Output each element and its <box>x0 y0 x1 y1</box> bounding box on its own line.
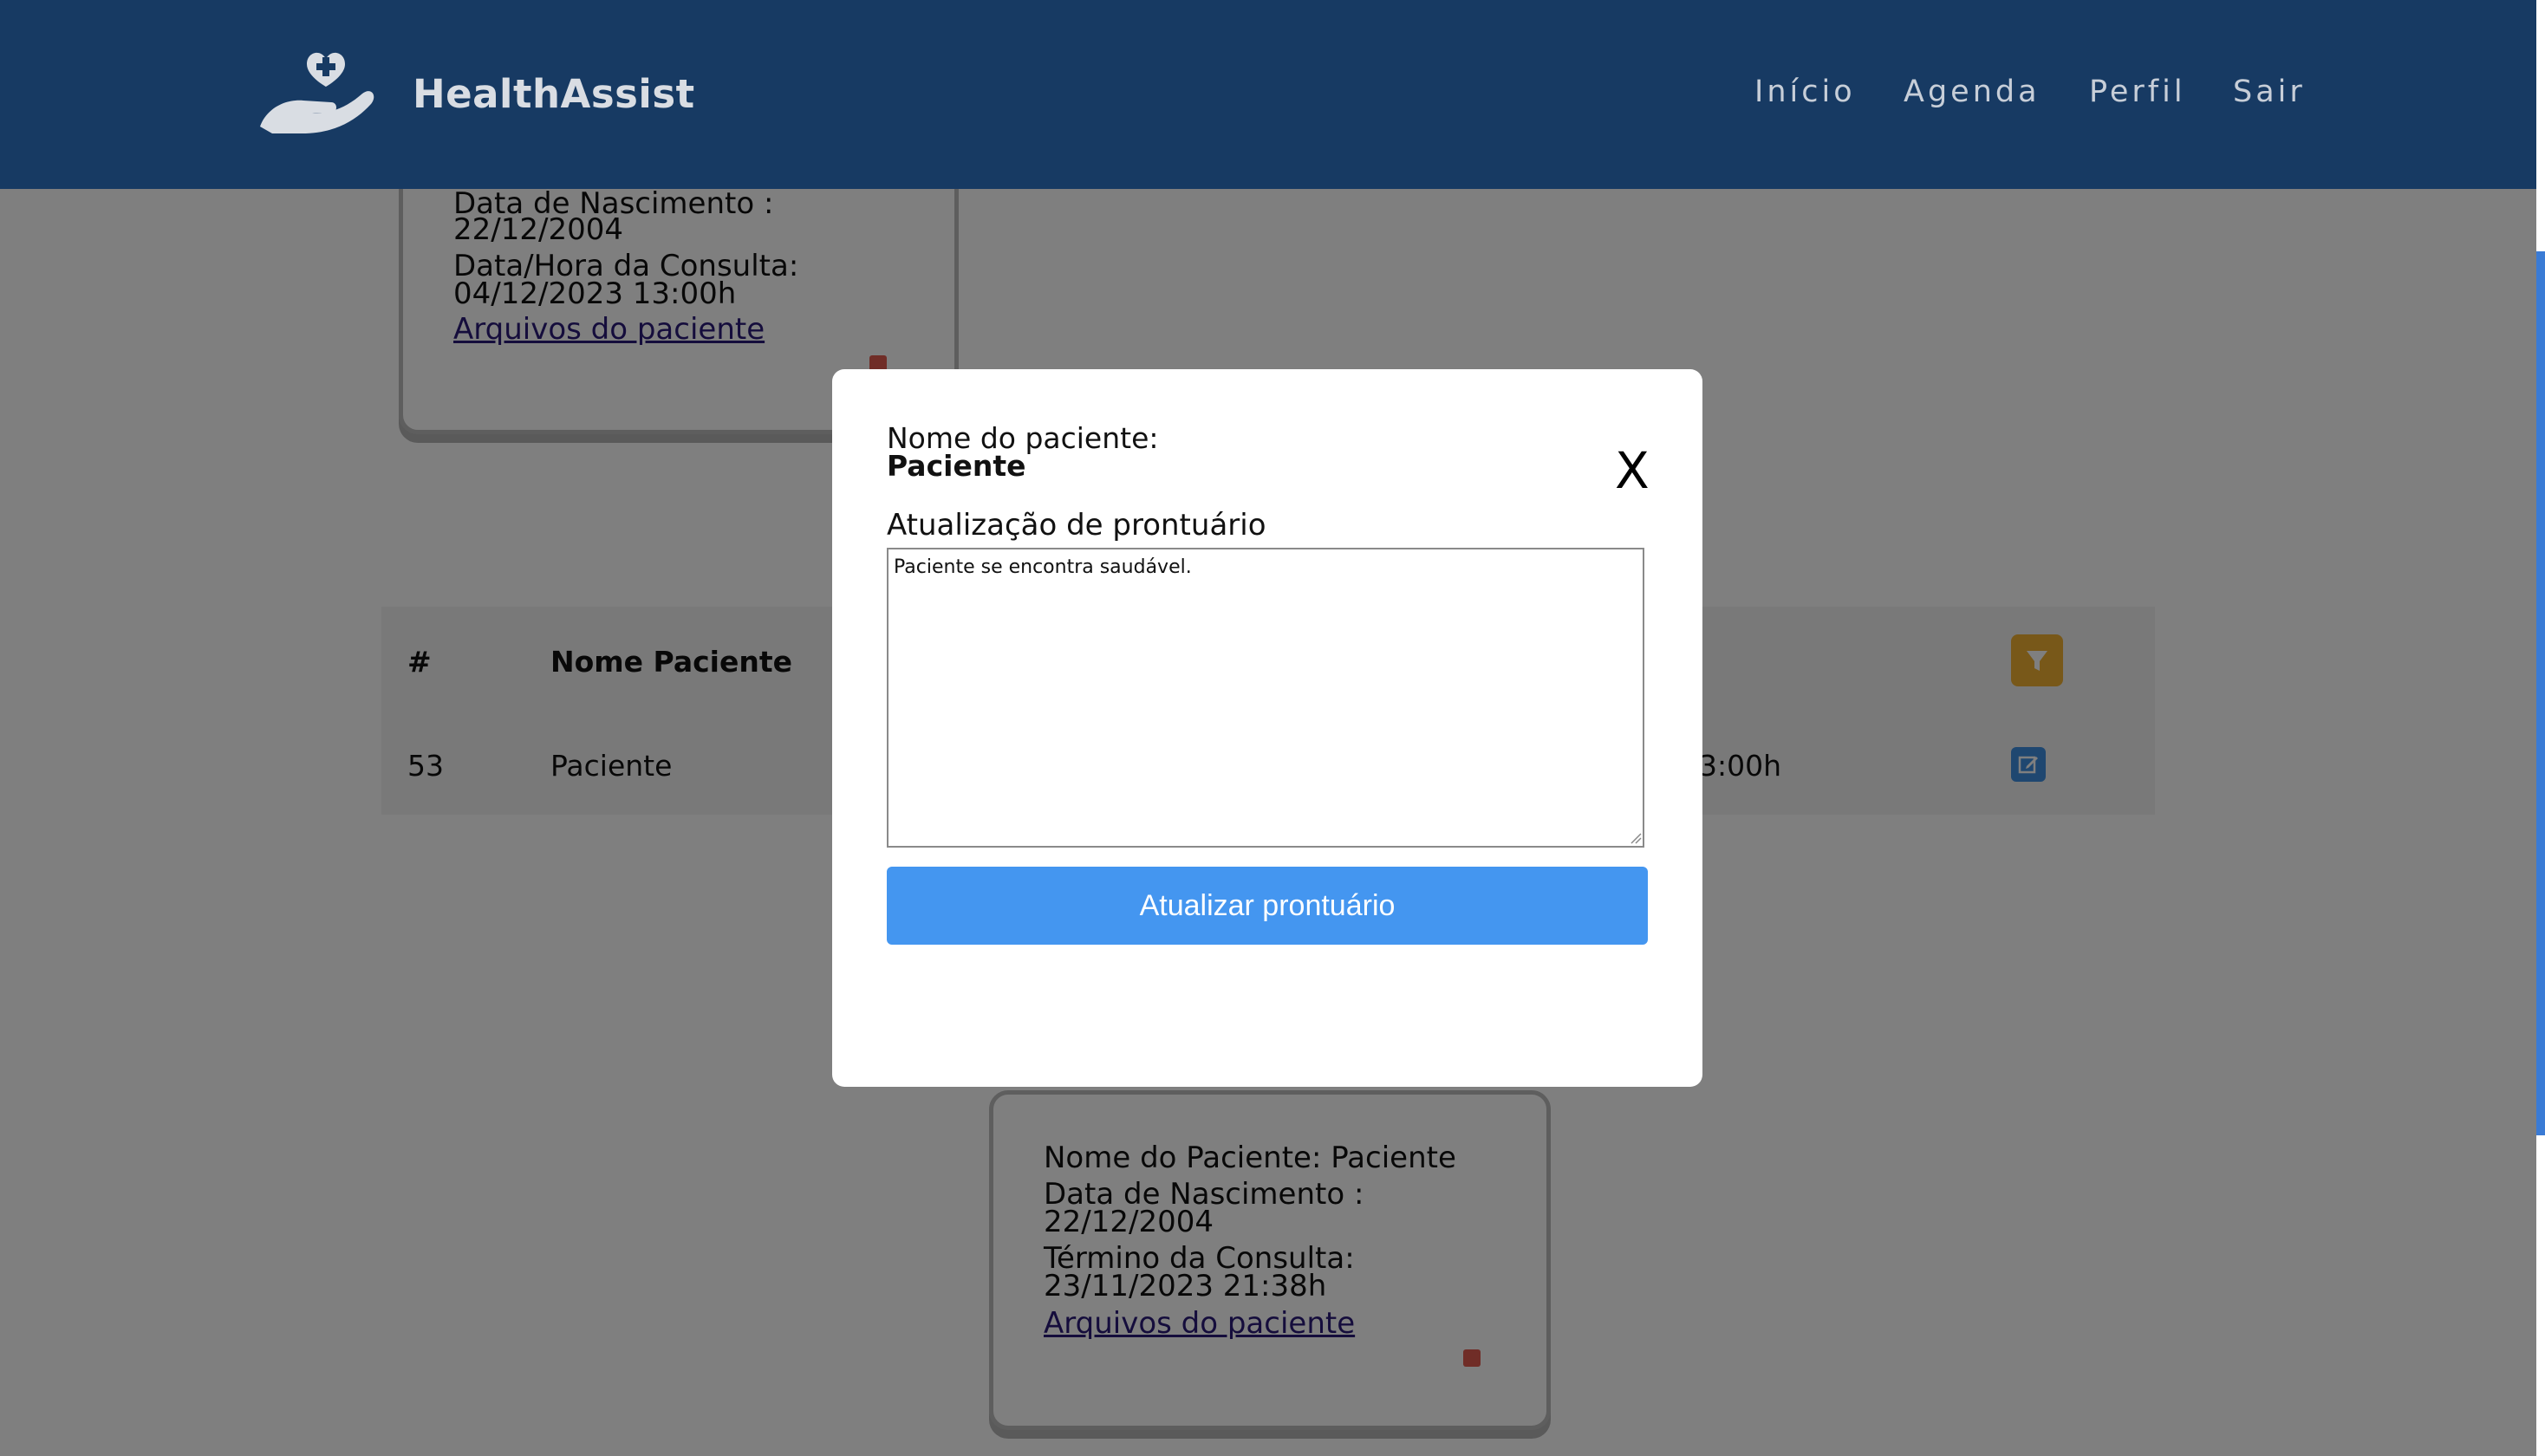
record-update-title: Atualização de prontuário <box>887 508 1266 543</box>
close-button[interactable]: X <box>1615 445 1650 496</box>
nav-perfil[interactable]: Perfil <box>2089 75 2186 109</box>
scrollbar-thumb[interactable] <box>2536 251 2545 1135</box>
update-record-button[interactable]: Atualizar prontuário <box>887 867 1648 945</box>
record-textarea[interactable]: Paciente se encontra saudável. <box>887 548 1644 848</box>
nav-inicio[interactable]: Início <box>1754 75 1856 109</box>
health-hand-heart-icon <box>260 52 374 133</box>
nav-sair[interactable]: Sair <box>2233 75 2306 109</box>
top-navbar: HealthAssist Início Agenda Perfil Sair <box>0 0 2536 189</box>
patient-name-value: Paciente <box>887 449 1026 483</box>
nav-agenda[interactable]: Agenda <box>1904 75 2041 109</box>
resize-grip-icon[interactable] <box>1630 832 1642 844</box>
medical-record-modal: Nome do paciente: Paciente X Atualização… <box>832 369 1702 1087</box>
brand-name[interactable]: HealthAssist <box>413 71 695 117</box>
